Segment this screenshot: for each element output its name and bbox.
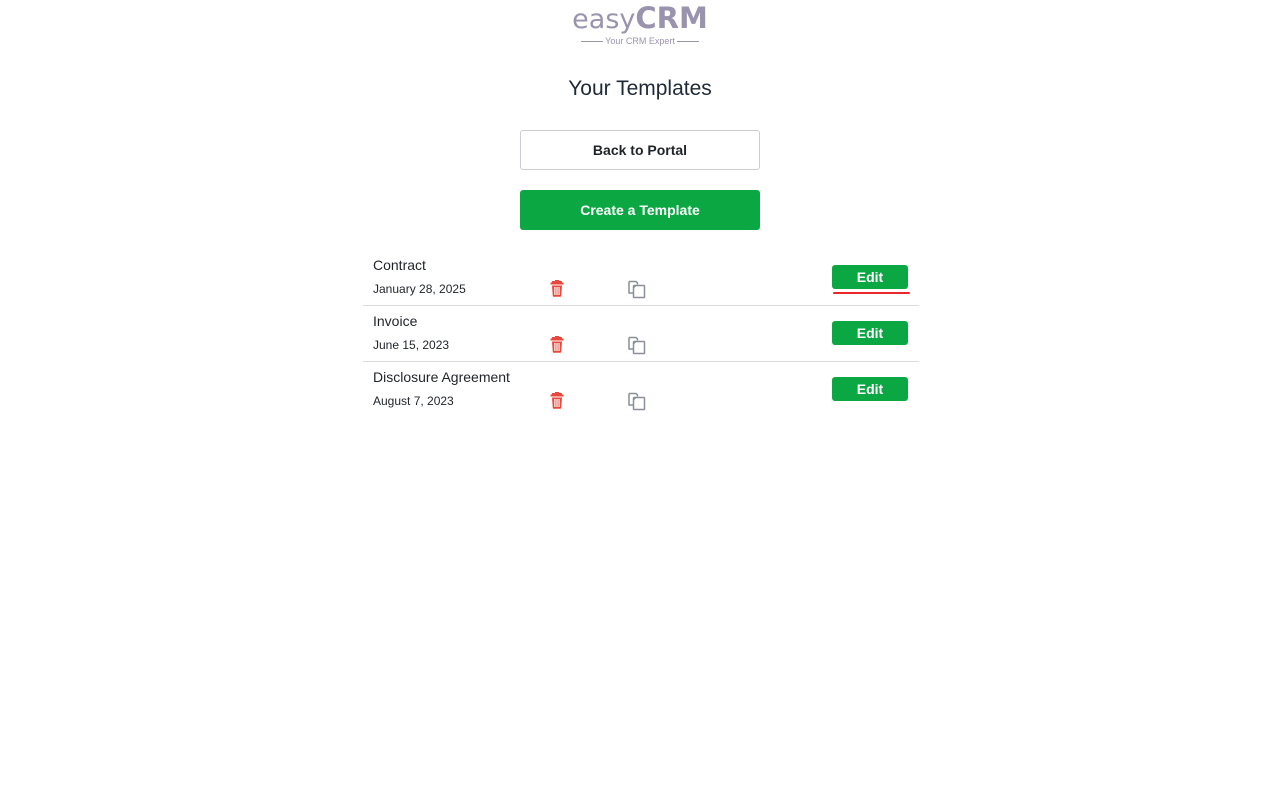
tagline-rule-right: [676, 40, 699, 42]
edit-button[interactable]: Edit: [832, 265, 908, 289]
logo-tagline-text: Your CRM Expert: [605, 36, 675, 46]
template-name: Disclosure Agreement: [373, 369, 510, 385]
trash-icon[interactable]: [549, 336, 565, 353]
logo-easy-text: easy: [572, 4, 636, 35]
template-list: Contract January 28, 2025 Edit Invoice J…: [363, 250, 919, 418]
template-row: Invoice June 15, 2023 Edit: [363, 306, 919, 362]
logo-tagline: Your CRM Expert: [0, 36, 1280, 46]
page-title: Your Templates: [568, 77, 712, 100]
copy-icon[interactable]: [627, 335, 647, 355]
template-name: Contract: [373, 257, 426, 273]
edit-button[interactable]: Edit: [832, 377, 908, 401]
template-date: January 28, 2025: [373, 282, 466, 296]
trash-icon[interactable]: [549, 392, 565, 409]
copy-icon[interactable]: [627, 391, 647, 411]
tagline-rule-left: [581, 40, 604, 42]
template-row: Disclosure Agreement August 7, 2023 Edit: [363, 362, 919, 418]
edit-focus-underline: [833, 292, 910, 294]
create-template-button[interactable]: Create a Template: [520, 190, 760, 230]
edit-button[interactable]: Edit: [832, 321, 908, 345]
logo: easyCRM Your CRM Expert: [0, 1, 1280, 47]
back-to-portal-button[interactable]: Back to Portal: [520, 130, 760, 170]
trash-icon[interactable]: [549, 280, 565, 297]
copy-icon[interactable]: [627, 279, 647, 299]
page: easyCRM Your CRM Expert Your Templates B…: [0, 0, 1280, 800]
template-row: Contract January 28, 2025 Edit: [363, 250, 919, 306]
logo-crm-text: CRM: [635, 1, 708, 35]
template-date: June 15, 2023: [373, 338, 450, 352]
template-name: Invoice: [373, 313, 418, 329]
template-date: August 7, 2023: [373, 394, 454, 408]
